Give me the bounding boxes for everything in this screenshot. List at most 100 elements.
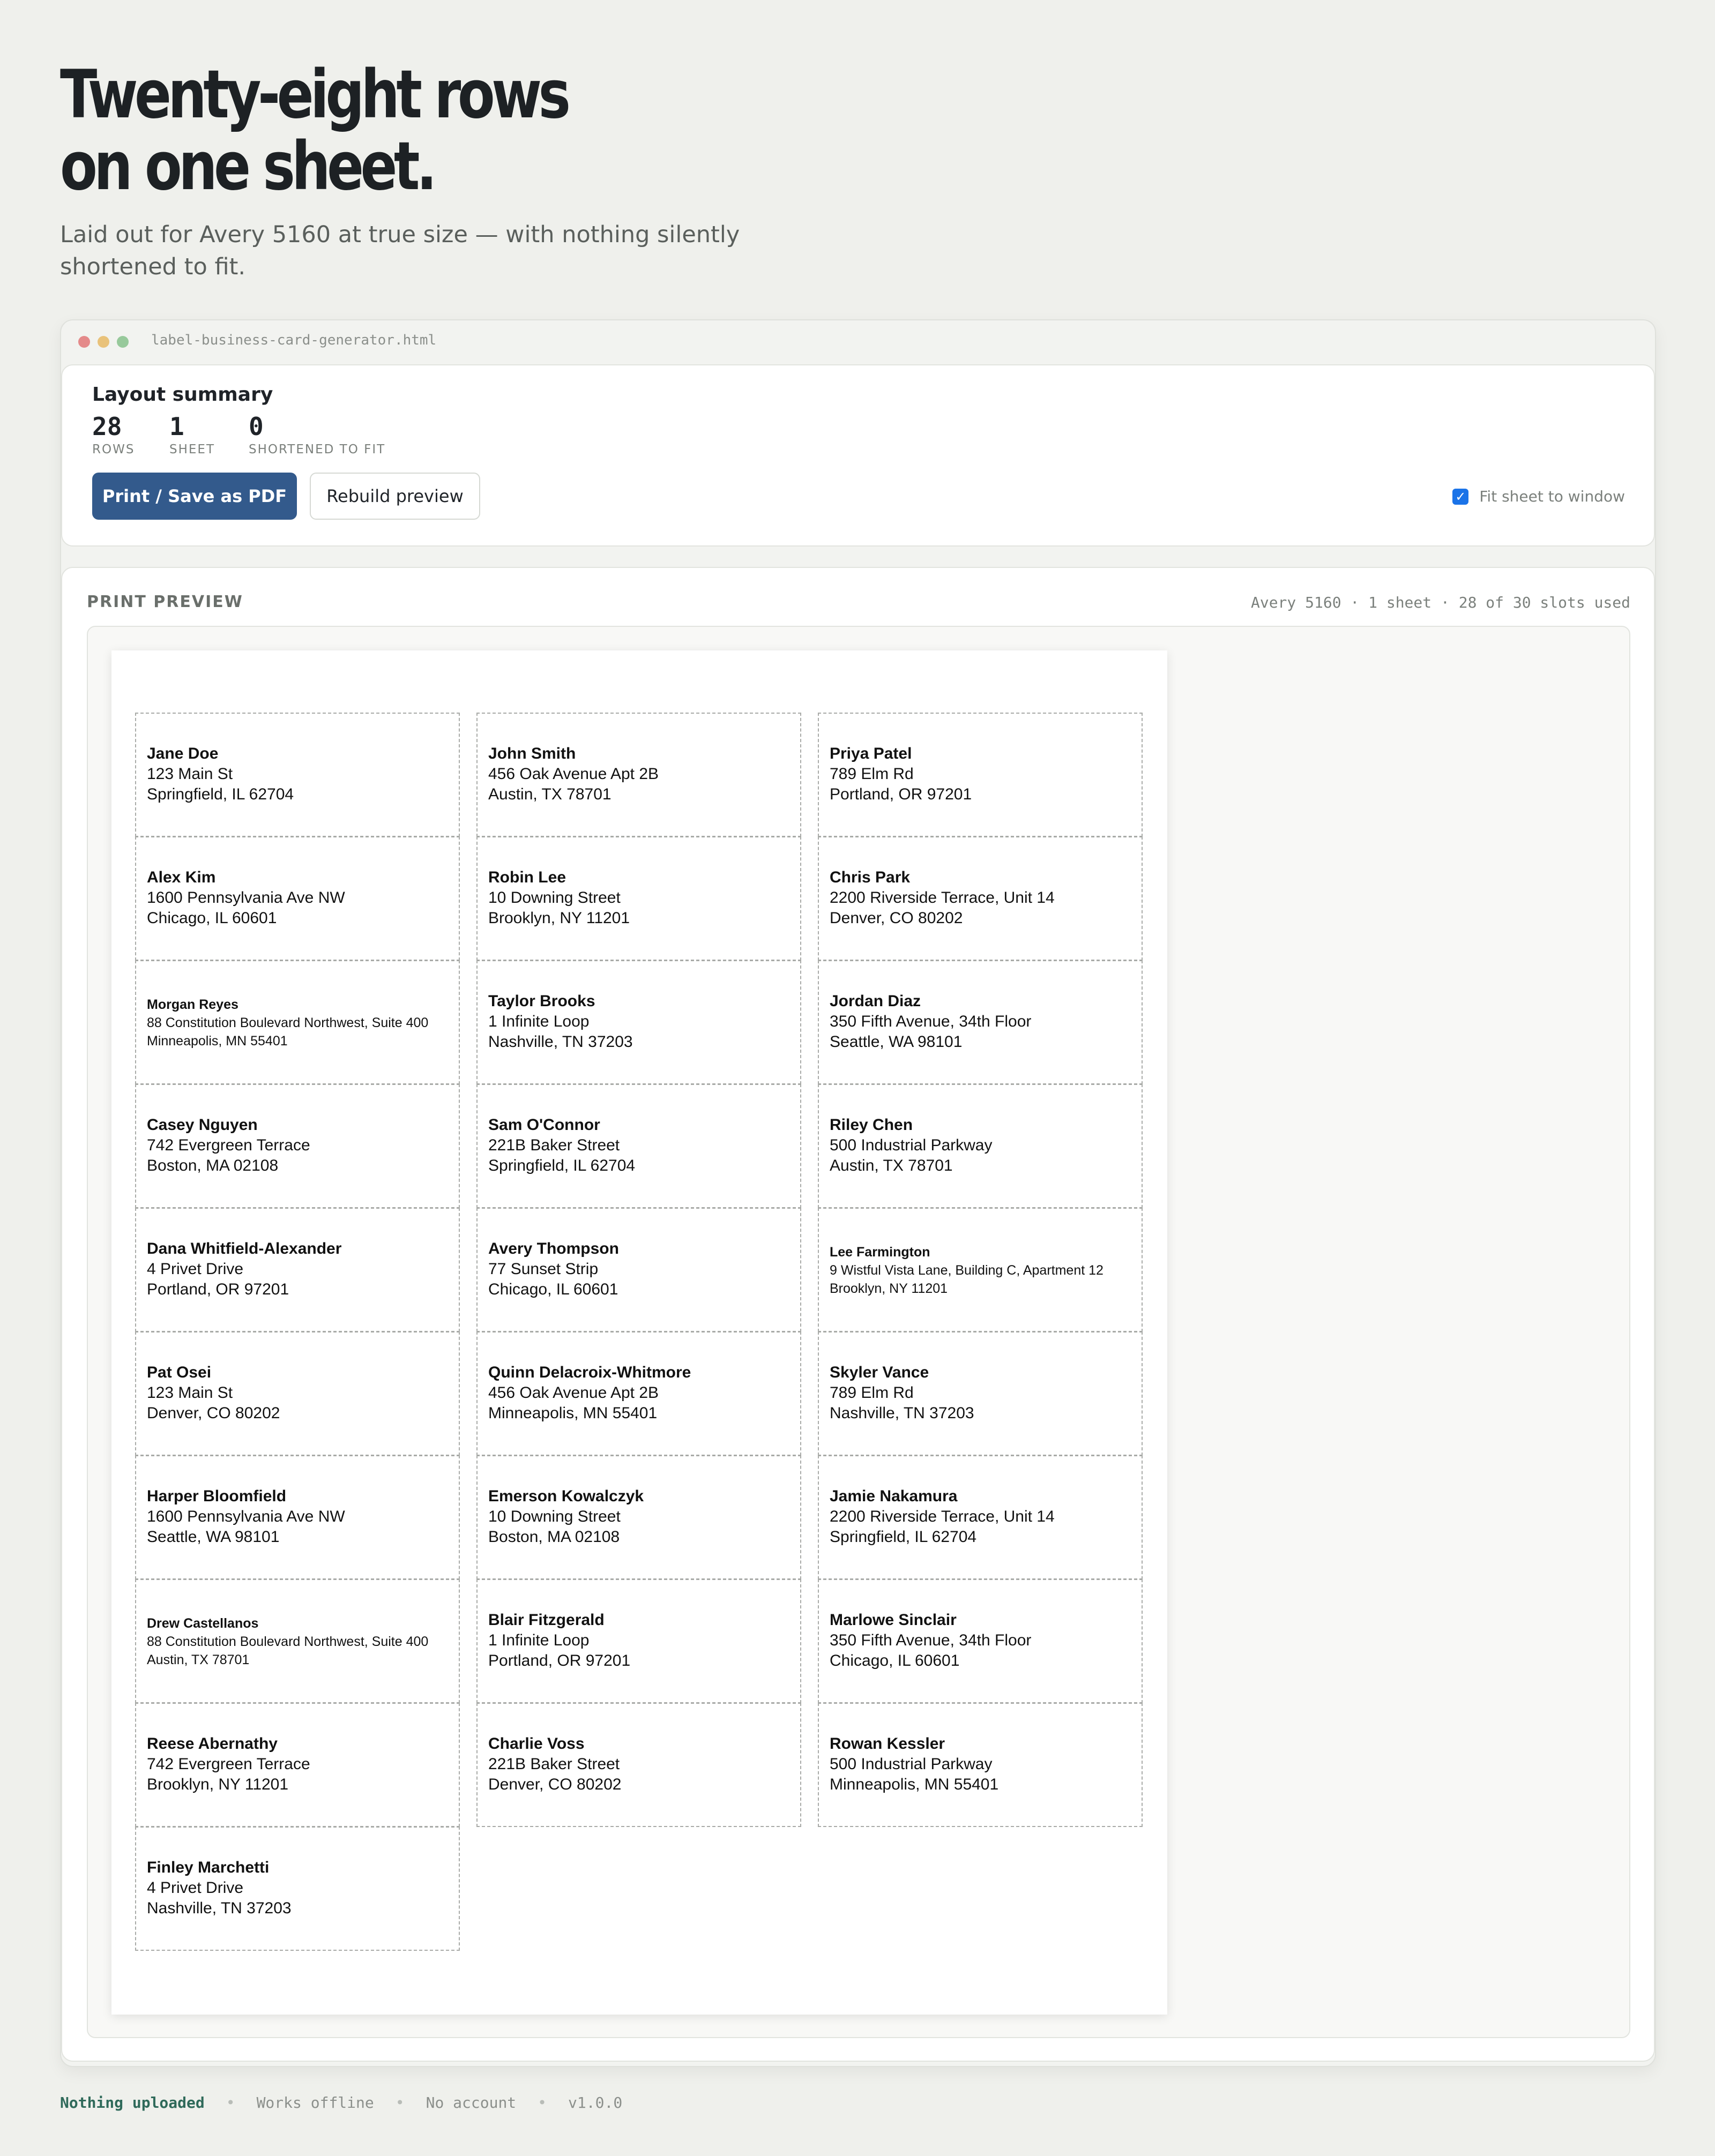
address-label: John Smith 456 Oak Avenue Apt 2B Austin, T… bbox=[476, 713, 801, 837]
checkbox-checked-icon[interactable]: ✓ bbox=[1452, 488, 1469, 505]
address-label: Morgan Reyes 88 Constitution Boulevard No… bbox=[135, 960, 460, 1084]
address-label: Riley Chen 500 Industrial Parkway Austin, … bbox=[818, 1084, 1143, 1208]
stat-rows: 28 ROWS bbox=[92, 411, 135, 456]
footer-works-offline: Works offline bbox=[256, 2094, 374, 2112]
stat-shortened-label: SHORTENED TO FIT bbox=[249, 443, 386, 456]
label-address-line: 742 Evergreen Terrace bbox=[147, 1136, 310, 1154]
label-name: Rowan Kessler bbox=[830, 1735, 945, 1753]
label-name: Lee Farmington bbox=[830, 1245, 930, 1260]
print-preview-panel: PRINT PREVIEW Avery 5160 · 1 sheet · 28 … bbox=[61, 567, 1655, 2062]
address-label: Jane Doe 123 Main St Springfield, IL 62704 bbox=[135, 713, 460, 837]
label-city-line: Boston, MA 02108 bbox=[147, 1157, 279, 1174]
label-address-line: 789 Elm Rd bbox=[830, 1384, 914, 1402]
label-city-line: Minneapolis, MN 55401 bbox=[147, 1034, 288, 1049]
address-label: Chris Park 2200 Riverside Terrace, Unit 1… bbox=[818, 836, 1143, 961]
label-address-line: 456 Oak Avenue Apt 2B bbox=[488, 765, 659, 783]
label-address-line: 10 Downing Street bbox=[488, 1508, 621, 1525]
page-subtitle: Laid out for Avery 5160 at true size — w… bbox=[60, 221, 740, 280]
stat-shortened-value: 0 bbox=[249, 412, 264, 441]
label-city-line: Austin, TX 78701 bbox=[830, 1157, 953, 1174]
page-title: Twenty-eight rows on one sheet. bbox=[60, 59, 675, 203]
footer-separator: • bbox=[226, 2094, 235, 2112]
label-name: Riley Chen bbox=[830, 1116, 913, 1134]
label-name: Alex Kim bbox=[147, 869, 216, 886]
address-label: Alex Kim 1600 Pennsylvania Ave NW Chicago,… bbox=[135, 836, 460, 961]
page-title-line-1: Twenty-eight rows bbox=[60, 56, 571, 133]
address-label: Skyler Vance 789 Elm Rd Nashville, TN 3720… bbox=[818, 1331, 1143, 1456]
label-city-line: Portland, OR 97201 bbox=[488, 1652, 631, 1670]
fit-sheet-label: Fit sheet to window bbox=[1479, 488, 1625, 505]
label-name: Harper Bloomfield bbox=[147, 1487, 287, 1505]
address-label: Avery Thompson 77 Sunset Strip Chicago, IL… bbox=[476, 1208, 801, 1332]
address-label: Taylor Brooks 1 Infinite Loop Nashville, T… bbox=[476, 960, 801, 1084]
label-address-line: 88 Constitution Boulevard Northwest, Sui… bbox=[147, 1634, 429, 1649]
address-label: Jamie Nakamura 2200 Riverside Terrace, Un… bbox=[818, 1455, 1143, 1579]
address-label: Lee Farmington 9 Wistful Vista Lane, Buil… bbox=[818, 1208, 1143, 1332]
page-title-line-2: on one sheet. bbox=[60, 128, 437, 205]
maximize-window-dot-icon bbox=[117, 336, 129, 348]
label-city-line: Seattle, WA 98101 bbox=[830, 1033, 963, 1051]
address-label: Sam O'Connor 221B Baker Street Springfield… bbox=[476, 1084, 801, 1208]
footer-version: v1.0.0 bbox=[568, 2094, 623, 2112]
footer: Nothing uploaded • Works offline • No ac… bbox=[60, 2094, 622, 2112]
label-city-line: Denver, CO 80202 bbox=[147, 1404, 280, 1422]
close-window-dot-icon bbox=[78, 336, 90, 348]
address-label: Harper Bloomfield 1600 Pennsylvania Ave N… bbox=[135, 1455, 460, 1579]
preview-stage: Jane Doe 123 Main St Springfield, IL 62704… bbox=[87, 626, 1630, 2038]
address-label: Dana Whitfield-Alexander 4 Privet Drive Po… bbox=[135, 1208, 460, 1332]
label-name: Morgan Reyes bbox=[147, 997, 238, 1012]
label-city-line: Nashville, TN 37203 bbox=[488, 1033, 633, 1051]
label-name: Sam O'Connor bbox=[488, 1116, 600, 1134]
address-label: Robin Lee 10 Downing Street Brooklyn, NY 1… bbox=[476, 836, 801, 961]
label-city-line: Chicago, IL 60601 bbox=[830, 1652, 960, 1670]
layout-summary-panel: Layout summary 28 ROWS 1 SHEET 0 SHORTEN… bbox=[61, 364, 1655, 547]
label-name: Jordan Diaz bbox=[830, 992, 921, 1010]
label-address-line: 1600 Pennsylvania Ave NW bbox=[147, 1508, 345, 1525]
label-name: Finley Marchetti bbox=[147, 1859, 270, 1876]
label-city-line: Denver, CO 80202 bbox=[488, 1776, 622, 1793]
print-save-pdf-button[interactable]: Print / Save as PDF bbox=[92, 473, 297, 520]
print-preview-info: Avery 5160 · 1 sheet · 28 of 30 slots us… bbox=[1250, 594, 1630, 611]
address-label: Jordan Diaz 350 Fifth Avenue, 34th Floor S… bbox=[818, 960, 1143, 1084]
label-name: Jane Doe bbox=[147, 745, 219, 762]
label-city-line: Chicago, IL 60601 bbox=[147, 909, 277, 927]
footer-nothing-uploaded: Nothing uploaded bbox=[60, 2094, 205, 2112]
label-address-line: 1 Infinite Loop bbox=[488, 1013, 590, 1030]
label-name: Jamie Nakamura bbox=[830, 1487, 958, 1505]
label-address-line: 9 Wistful Vista Lane, Building C, Apartm… bbox=[830, 1263, 1103, 1278]
label-name: Dana Whitfield-Alexander bbox=[147, 1240, 342, 1257]
label-address-line: 456 Oak Avenue Apt 2B bbox=[488, 1384, 659, 1402]
label-city-line: Springfield, IL 62704 bbox=[147, 785, 294, 803]
window-titlebar: label-business-card-generator.html bbox=[61, 320, 1655, 363]
label-name: Skyler Vance bbox=[830, 1364, 929, 1381]
label-sheet: Jane Doe 123 Main St Springfield, IL 62704… bbox=[111, 650, 1167, 2015]
label-name: Marlowe Sinclair bbox=[830, 1611, 957, 1629]
label-city-line: Portland, OR 97201 bbox=[147, 1281, 289, 1298]
label-address-line: 123 Main St bbox=[147, 765, 233, 783]
rebuild-preview-button[interactable]: Rebuild preview bbox=[310, 473, 480, 520]
label-city-line: Brooklyn, NY 11201 bbox=[488, 909, 630, 927]
label-address-line: 742 Evergreen Terrace bbox=[147, 1755, 310, 1773]
fit-sheet-toggle[interactable]: ✓ Fit sheet to window bbox=[1452, 488, 1625, 505]
layout-summary-heading: Layout summary bbox=[92, 384, 273, 406]
label-name: Blair Fitzgerald bbox=[488, 1611, 605, 1629]
label-city-line: Nashville, TN 37203 bbox=[830, 1404, 974, 1422]
stat-rows-value: 28 bbox=[92, 412, 122, 441]
label-city-line: Portland, OR 97201 bbox=[830, 785, 972, 803]
label-name: Charlie Voss bbox=[488, 1735, 585, 1753]
label-city-line: Springfield, IL 62704 bbox=[488, 1157, 636, 1174]
address-label: Marlowe Sinclair 350 Fifth Avenue, 34th F… bbox=[818, 1579, 1143, 1703]
label-name: Drew Castellanos bbox=[147, 1616, 259, 1631]
address-label: Blair Fitzgerald 1 Infinite Loop Portland,… bbox=[476, 1579, 801, 1703]
stat-sheet: 1 SHEET bbox=[169, 411, 215, 456]
label-name: Casey Nguyen bbox=[147, 1116, 258, 1134]
minimize-window-dot-icon bbox=[98, 336, 109, 348]
address-label: Priya Patel 789 Elm Rd Portland, OR 97201 bbox=[818, 713, 1143, 837]
label-city-line: Boston, MA 02108 bbox=[488, 1528, 620, 1546]
address-label: Drew Castellanos 88 Constitution Boulevar… bbox=[135, 1579, 460, 1703]
label-address-line: 350 Fifth Avenue, 34th Floor bbox=[830, 1013, 1032, 1030]
label-address-line: 221B Baker Street bbox=[488, 1136, 620, 1154]
label-city-line: Austin, TX 78701 bbox=[147, 1652, 250, 1667]
address-label: Quinn Delacroix-Whitmore 456 Oak Avenue A… bbox=[476, 1331, 801, 1456]
label-city-line: Brooklyn, NY 11201 bbox=[147, 1776, 289, 1793]
